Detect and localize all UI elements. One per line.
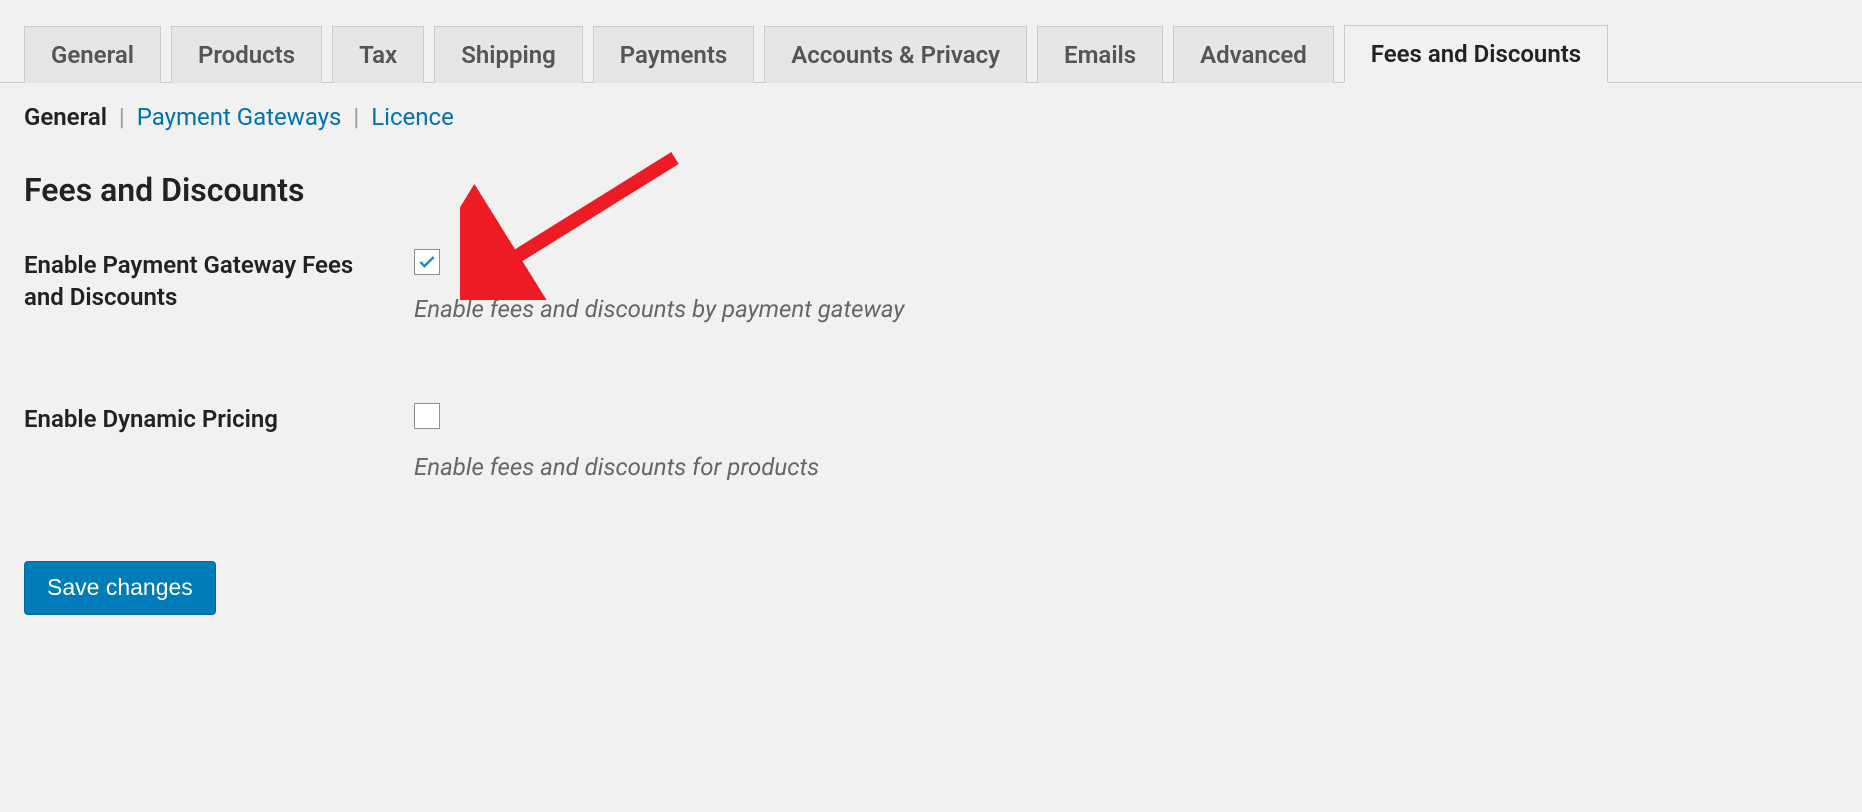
tab-payments[interactable]: Payments — [593, 26, 754, 83]
checkbox-enable-gateway-fees[interactable] — [414, 249, 440, 275]
settings-tabs: General Products Tax Shipping Payments A… — [0, 0, 1862, 83]
setting-description-enable-dynamic: Enable fees and discounts for products — [414, 453, 1838, 481]
check-icon — [417, 252, 437, 272]
save-changes-button[interactable]: Save changes — [24, 561, 216, 614]
tab-general[interactable]: General — [24, 26, 161, 83]
setting-label-enable-gateway: Enable Payment Gateway Fees and Discount… — [24, 249, 414, 314]
setting-description-enable-gateway: Enable fees and discounts by payment gat… — [414, 295, 1838, 323]
section-title: Fees and Discounts — [0, 141, 1862, 249]
tab-advanced[interactable]: Advanced — [1173, 26, 1334, 83]
setting-enable-gateway-fees: Enable Payment Gateway Fees and Discount… — [24, 249, 1838, 323]
subnav-payment-gateways[interactable]: Payment Gateways — [137, 103, 342, 131]
subnav: General | Payment Gateways | Licence — [0, 83, 1862, 141]
settings-form: Enable Payment Gateway Fees and Discount… — [0, 249, 1862, 481]
subnav-licence[interactable]: Licence — [371, 103, 454, 131]
checkbox-enable-dynamic-pricing[interactable] — [414, 403, 440, 429]
setting-label-enable-dynamic: Enable Dynamic Pricing — [24, 403, 414, 435]
tab-products[interactable]: Products — [171, 26, 322, 83]
subnav-general[interactable]: General — [24, 103, 107, 131]
tab-fees-discounts[interactable]: Fees and Discounts — [1344, 25, 1608, 83]
tab-shipping[interactable]: Shipping — [434, 26, 583, 83]
setting-enable-dynamic-pricing: Enable Dynamic Pricing Enable fees and d… — [24, 403, 1838, 481]
tab-accounts-privacy[interactable]: Accounts & Privacy — [764, 26, 1027, 83]
tab-tax[interactable]: Tax — [332, 26, 424, 83]
tab-emails[interactable]: Emails — [1037, 26, 1163, 83]
